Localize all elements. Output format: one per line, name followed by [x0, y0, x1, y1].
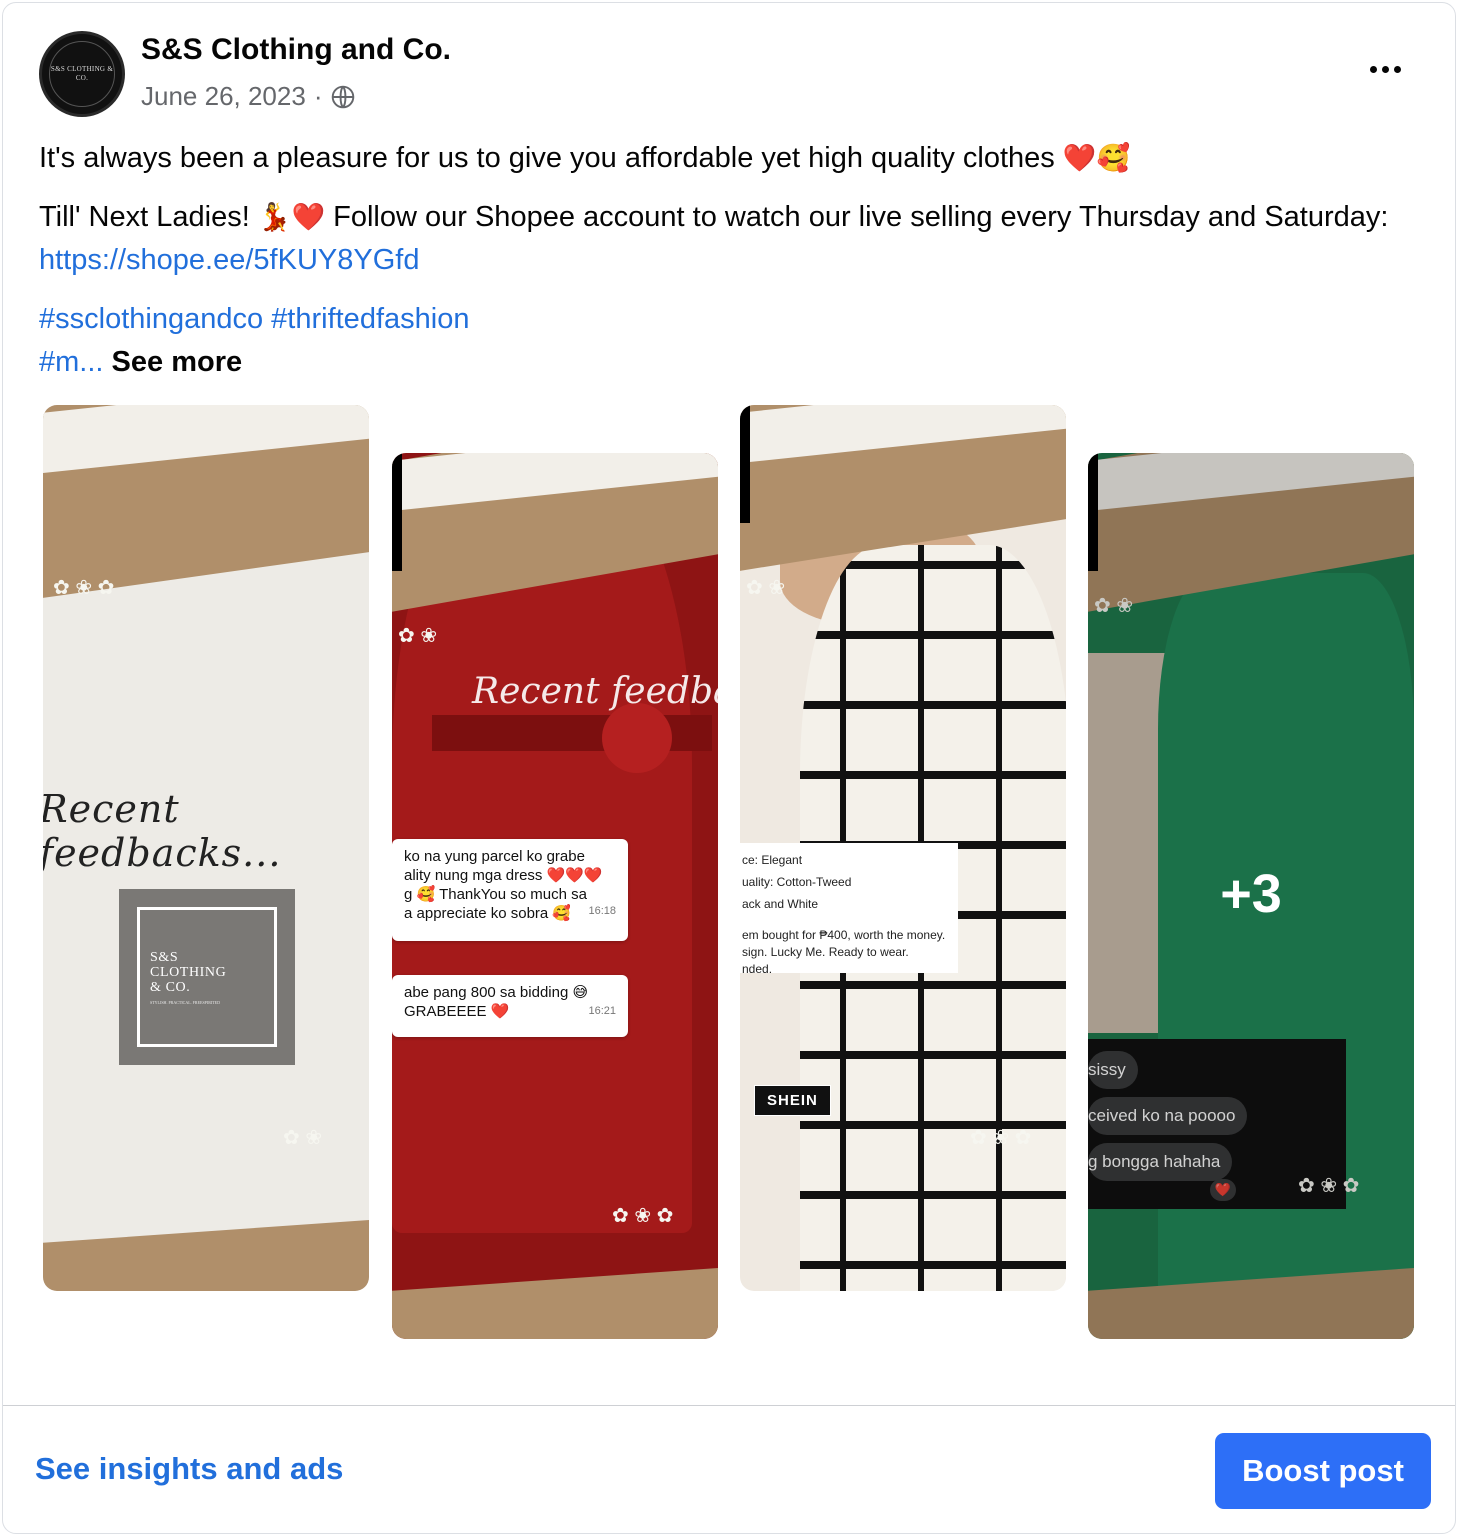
- flower-icon: ✿ ❀ ✿: [612, 1205, 674, 1227]
- chat-screenshot: abe pang 800 sa bidding 😅 GRABEEEE ❤️ 16…: [392, 975, 628, 1037]
- recent-feedbacks-script: Recent feedbacks: [472, 671, 718, 712]
- chat-line: abe pang 800 sa bidding 😅: [404, 984, 589, 1001]
- flower-icon: ✿ ❀: [746, 577, 786, 599]
- chat-line: ality nung mga dress ❤️❤️❤️: [404, 867, 603, 884]
- flower-icon: ✿ ❀ ✿: [970, 1127, 1032, 1149]
- more-horizontal-icon-dot: [1381, 65, 1389, 73]
- photo-tile-1[interactable]: ✿ ❀ ✿ Recent feedbacks... S&S CLOTHING &…: [43, 405, 369, 1291]
- chat-line: g 🥰 ThankYou so much sa: [404, 886, 587, 903]
- hashtag-links[interactable]: #ssclothingandco #thriftedfashion: [39, 303, 469, 335]
- review-line: ack and White: [742, 897, 819, 911]
- black-bar-decoration: [740, 405, 750, 523]
- brand-logo: S&S CLOTHING & CO. STYLISH. PRACTICAL. F…: [119, 889, 295, 1065]
- more-horizontal-icon: [1369, 65, 1377, 73]
- logo-tagline: STYLISH. PRACTICAL. FREESPIRITED: [150, 999, 221, 1005]
- chat-line: ko na yung parcel ko grabe: [404, 848, 585, 865]
- flower-icon: ✿ ❀ ✿: [53, 577, 115, 599]
- meta-separator: ·: [313, 81, 323, 111]
- photo-tile-4-more[interactable]: ✿ ❀ sissy ceived ko na poooo g bongga ha…: [1088, 453, 1414, 1339]
- post-meta: June 26, 2023 ·: [141, 81, 356, 112]
- hashtags: #ssclothingandco #thriftedfashion #m... …: [39, 298, 1429, 384]
- globe-icon[interactable]: [330, 84, 356, 110]
- photo-tile-3[interactable]: ✿ ❀ ce: Elegant uality: Cotton-Tweed ack…: [740, 405, 1066, 1291]
- review-line: em bought for ₱400, worth the money.: [742, 928, 946, 942]
- review-line: uality: Cotton-Tweed: [742, 875, 852, 889]
- page-avatar[interactable]: S&S CLOTHING & CO.: [39, 31, 125, 117]
- more-horizontal-icon-dot: [1393, 65, 1401, 73]
- hashtag-truncated[interactable]: #m...: [39, 346, 103, 378]
- page-name[interactable]: S&S Clothing and Co.: [141, 33, 451, 67]
- photo-tile-2[interactable]: ✿ ❀ Recent feedbacks ko na yung parcel k…: [392, 453, 718, 1339]
- avatar-logo-text: S&S CLOTHING & CO.: [50, 65, 114, 82]
- shopee-link[interactable]: https://shope.ee/5fKUY8YGfd: [39, 244, 419, 276]
- review-line: nded.: [742, 962, 773, 976]
- post-date[interactable]: June 26, 2023: [141, 81, 306, 112]
- post-card: S&S CLOTHING & CO. S&S Clothing and Co. …: [2, 2, 1456, 1534]
- more-photos-count[interactable]: +3: [1088, 863, 1414, 925]
- footer-divider: [3, 1405, 1455, 1406]
- logo-line-2: CLOTHING: [150, 964, 227, 980]
- review-screenshot: ce: Elegant uality: Cotton-Tweed ack and…: [740, 843, 958, 976]
- see-more-link[interactable]: See more: [112, 346, 243, 378]
- review-line: [742, 915, 956, 927]
- see-insights-link[interactable]: See insights and ads: [35, 1451, 343, 1487]
- heart-emoji-icon: ❤️🥰: [1062, 143, 1131, 174]
- review-line: sign. Lucky Me. Ready to wear.: [742, 945, 909, 959]
- shein-brand-label: SHEIN: [754, 1085, 831, 1116]
- review-line: ce: Elegant: [742, 853, 803, 867]
- recent-feedbacks-script: Recent feedbacks...: [43, 787, 282, 875]
- dancer-emoji-icon: 💃❤️: [257, 202, 326, 233]
- avatar-logo-ring: S&S CLOTHING & CO.: [49, 41, 115, 107]
- kraft-paper-decoration: [43, 1218, 369, 1291]
- flower-icon: ✿ ❀: [283, 1127, 323, 1149]
- post-body: It's always been a pleasure for us to gi…: [39, 137, 1429, 384]
- dress-bow: [602, 703, 672, 773]
- chat-screenshot: ko na yung parcel ko grabe ality nung mg…: [392, 839, 628, 941]
- post-paragraph-2: Till' Next Ladies! 💃❤️ Follow our Shopee…: [39, 201, 1389, 276]
- logo-line-1: S&S: [150, 949, 179, 965]
- black-bar-decoration: [392, 453, 402, 571]
- post-paragraph-1: It's always been a pleasure for us to gi…: [39, 142, 1131, 174]
- flower-icon: ✿ ❀: [398, 625, 438, 647]
- kraft-paper-decoration: [392, 1266, 718, 1339]
- logo-line-3: & CO.: [150, 979, 191, 995]
- brand-logo-frame: S&S CLOTHING & CO. STYLISH. PRACTICAL. F…: [137, 907, 277, 1047]
- boost-post-button[interactable]: Boost post: [1215, 1433, 1431, 1509]
- more-options-button[interactable]: [1359, 49, 1411, 89]
